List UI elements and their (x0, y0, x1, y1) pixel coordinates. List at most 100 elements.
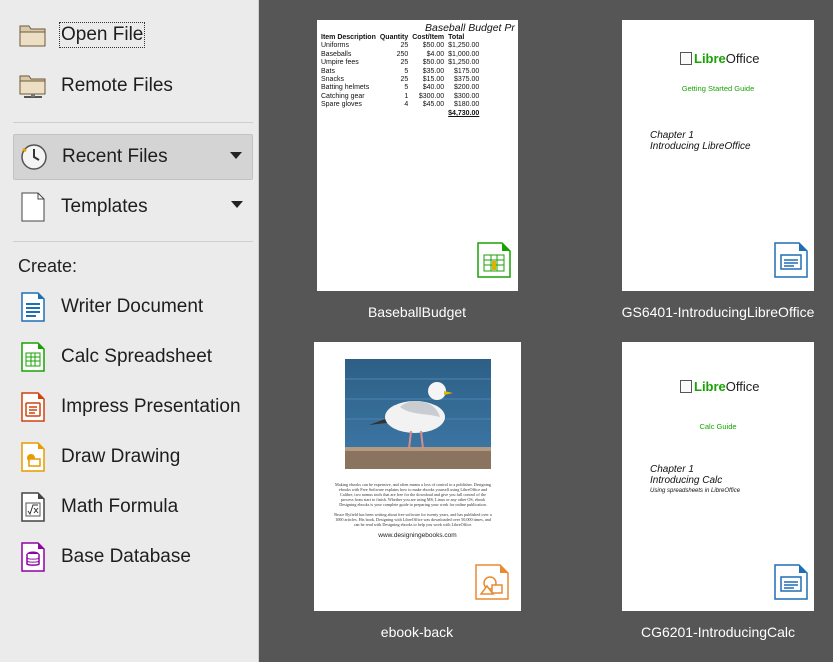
cell: 1 (404, 92, 409, 100)
chapter-block: Chapter 1 Introducing Calc Using spreads… (650, 464, 740, 497)
cell: Catching gear (321, 92, 365, 100)
guide-title: Getting Started Guide (681, 84, 755, 93)
column-header: Total (448, 34, 465, 41)
writer-badge-icon (774, 564, 808, 600)
ebook-paragraph: Bruce Byfield has been writing about fre… (334, 512, 492, 527)
base-database-label: Base Database (61, 546, 191, 567)
table-row: Baseballs 250 $4.00 $1,000.00 (319, 51, 481, 59)
cell: Batting helmets (321, 84, 370, 92)
file-thumbnail[interactable]: Baseball Budget Pr Item Description Quan… (317, 20, 518, 291)
guide-title: Calc Guide (699, 422, 737, 431)
recent-files-button[interactable]: Recent Files (13, 134, 253, 180)
sheet-title: Baseball Budget Pr (425, 22, 515, 34)
cell: Snacks (321, 76, 344, 84)
column-header: Cost/Item (412, 34, 445, 41)
separator (13, 122, 253, 123)
impress-presentation-label: Impress Presentation (61, 396, 241, 417)
cell: $50.00 (422, 42, 445, 50)
libreoffice-logo: Libre Office (680, 51, 760, 66)
file-name-label: CG6201-IntroducingCalc (640, 624, 796, 640)
chapter-subtitle: Using spreadsheets in LibreOffice (650, 488, 741, 494)
table-row: Snacks 25 $15.00 $375.00 (319, 76, 481, 84)
cell: $1,250.00 (448, 42, 480, 50)
cell: 4 (404, 101, 409, 109)
table-row: $4,730.00 (319, 110, 481, 118)
table-row: Umpire fees 25 $50.00 $1,250.00 (319, 59, 481, 67)
cell: $300.00 (418, 92, 445, 100)
cell: $175.00 (454, 67, 480, 75)
folder-icon (17, 19, 49, 51)
cell: $15.00 (422, 76, 445, 84)
cell: Umpire fees (321, 59, 359, 67)
draw-drawing-button[interactable]: Draw Drawing (13, 434, 253, 480)
cell: $40.00 (422, 84, 445, 92)
logo-office: Office (725, 51, 760, 66)
templates-button[interactable]: Templates (13, 184, 253, 230)
clock-icon (18, 141, 50, 173)
cell: Baseballs (321, 50, 352, 58)
column-header: Quantity (379, 34, 409, 41)
cell: 25 (400, 59, 409, 67)
file-thumbnail[interactable]: Libre Office Getting Started Guide Chapte… (622, 20, 814, 291)
ebook-url: www.designingebooks.com (378, 532, 457, 539)
calc-icon (17, 341, 49, 373)
chevron-down-icon[interactable] (230, 152, 242, 159)
cell: $180.00 (454, 101, 480, 109)
calc-spreadsheet-button[interactable]: Calc Spreadsheet (13, 334, 253, 380)
chapter-title: Introducing LibreOffice (650, 141, 751, 152)
open-file-button[interactable]: Open File (13, 12, 253, 58)
math-formula-label: Math Formula (61, 496, 179, 517)
cell: 25 (400, 76, 409, 84)
recent-files-grid: Baseball Budget Pr Item Description Quan… (260, 0, 833, 662)
cell: $4.00 (426, 50, 445, 58)
logo-office: Office (725, 379, 760, 394)
math-formula-button[interactable]: Math Formula (13, 484, 253, 530)
cell: $50.00 (422, 59, 445, 67)
cell: $375.00 (454, 76, 480, 84)
base-database-button[interactable]: Base Database (13, 534, 253, 580)
column-header: Item Description (321, 34, 376, 41)
recent-files-label: Recent Files (62, 146, 168, 167)
chapter-number: Chapter 1 (650, 464, 694, 475)
writer-icon (17, 291, 49, 323)
table-row: Uniforms 25 $50.00 $1,250.00 (319, 42, 481, 50)
cell: 25 (400, 42, 409, 50)
chevron-down-icon[interactable] (231, 201, 243, 208)
separator (13, 241, 253, 242)
cell: $35.00 (422, 67, 445, 75)
chapter-title: Introducing Calc (650, 475, 723, 486)
cell: $200.00 (454, 84, 480, 92)
start-center-sidebar: Open File Remote Files Recent Files Temp… (0, 0, 259, 662)
budget-table: Item Description Quantity Cost/Item Tota… (319, 34, 481, 118)
table-row: Catching gear 1 $300.00 $300.00 (319, 93, 481, 101)
cell: 5 (404, 84, 409, 92)
chapter-number: Chapter 1 (650, 130, 694, 141)
cell: $1,250.00 (448, 59, 480, 67)
file-thumbnail[interactable]: Libre Office Calc Guide Chapter 1 Introdu… (622, 342, 814, 611)
seagull-photo (345, 359, 491, 469)
chapter-block: Chapter 1 Introducing LibreOffice (650, 130, 751, 152)
templates-label: Templates (61, 196, 148, 217)
table-row: Spare gloves 4 $45.00 $180.00 (319, 101, 481, 109)
impress-icon (17, 391, 49, 423)
calc-badge-icon (477, 242, 511, 278)
writer-document-button[interactable]: Writer Document (13, 284, 253, 330)
writer-badge-icon (774, 242, 808, 278)
file-thumbnail[interactable]: Making ebooks can be expensive, and ofte… (314, 342, 521, 611)
file-name-label: ebook-back (380, 624, 454, 640)
remote-files-button[interactable]: Remote Files (13, 63, 253, 109)
cell: $45.00 (422, 101, 445, 109)
template-icon (17, 191, 49, 223)
file-name-label: GS6401-IntroducingLibreOffice (621, 304, 815, 320)
impress-presentation-button[interactable]: Impress Presentation (13, 384, 253, 430)
logo-libre: Libre (694, 379, 726, 394)
draw-drawing-label: Draw Drawing (61, 446, 181, 467)
math-icon (17, 491, 49, 523)
cell: 250 (396, 50, 409, 58)
cell: 5 (404, 67, 409, 75)
libreoffice-logo: Libre Office (680, 379, 760, 394)
logo-libre: Libre (694, 51, 726, 66)
calc-spreadsheet-label: Calc Spreadsheet (61, 346, 213, 367)
draw-badge-icon (475, 564, 509, 600)
file-name-label: BaseballBudget (367, 304, 467, 320)
